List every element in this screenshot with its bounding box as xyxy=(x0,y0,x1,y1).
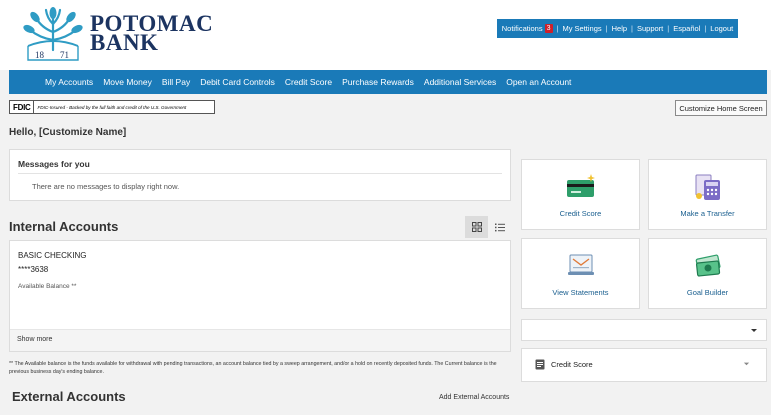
calculator-icon xyxy=(695,174,720,200)
available-balance-label: Available Balance ** xyxy=(18,283,77,290)
nav-move-money[interactable]: Move Money xyxy=(98,77,157,87)
fdic-banner: FDIC FDIC-Insured - Backed by the full f… xyxy=(9,100,215,114)
tile-icon-wrap xyxy=(649,251,766,281)
logout-link[interactable]: Logout xyxy=(706,24,737,33)
chevron-down-icon xyxy=(751,329,757,332)
make-a-transfer-tile-label: Make a Transfer xyxy=(680,209,735,218)
tile-icon-wrap xyxy=(649,172,766,202)
add-external-accounts-link[interactable]: Add External Accounts xyxy=(439,394,509,401)
espanol-link[interactable]: Español xyxy=(669,24,704,33)
document-icon xyxy=(535,359,545,370)
fdic-text: FDIC-Insured - Backed by the full faith … xyxy=(37,104,187,110)
make-a-transfer-tile[interactable]: Make a Transfer xyxy=(648,159,767,230)
messages-panel: Messages for you There are no messages t… xyxy=(9,149,511,201)
internal-accounts-title: Internal Accounts xyxy=(9,219,119,234)
help-link[interactable]: Help xyxy=(608,24,631,33)
goal-builder-tile-label: Goal Builder xyxy=(686,288,729,297)
show-more-link[interactable]: Show more xyxy=(17,336,52,343)
utility-nav: Notifications 3 | My Settings | Help | S… xyxy=(497,19,738,38)
view-statements-tile[interactable]: View Statements xyxy=(521,238,640,309)
support-link[interactable]: Support xyxy=(633,24,667,33)
year-right: 71 xyxy=(60,50,69,60)
nav-my-accounts[interactable]: My Accounts xyxy=(40,77,98,87)
goal-builder-tile[interactable]: Goal Builder xyxy=(648,238,767,309)
header: 18 71 POTOMAC BANK Notifications 3 | My … xyxy=(0,0,771,70)
money-icon xyxy=(695,254,721,277)
chevron-down-icon xyxy=(743,362,750,366)
grid-view-button[interactable] xyxy=(465,216,488,238)
notifications-count-badge: 3 xyxy=(544,24,553,33)
tile-icon-wrap xyxy=(522,251,639,281)
account-card-footer: Show more xyxy=(10,329,510,351)
view-toggle xyxy=(465,216,511,238)
account-name: BASIC CHECKING xyxy=(18,251,87,260)
statement-icon xyxy=(567,254,594,275)
nav-credit-score[interactable]: Credit Score xyxy=(280,77,337,87)
tile-icon-wrap xyxy=(522,172,639,202)
year-left: 18 xyxy=(35,50,45,60)
account-card[interactable]: BASIC CHECKING ****3638 Available Balanc… xyxy=(9,240,511,352)
tree-logo-icon: 18 71 xyxy=(23,7,83,61)
list-view-icon xyxy=(494,223,505,231)
nav-purchase-rewards[interactable]: Purchase Rewards xyxy=(337,77,419,87)
credit-card-icon xyxy=(566,174,595,197)
credit-score-widget[interactable]: Credit Score xyxy=(521,348,767,382)
fdic-logo: FDIC xyxy=(10,101,35,113)
nav-bill-pay[interactable]: Bill Pay xyxy=(157,77,195,87)
potomac-bank-logo[interactable]: 18 71 POTOMAC BANK xyxy=(22,6,213,62)
main-nav: My Accounts Move Money Bill Pay Debit Ca… xyxy=(9,70,767,94)
nav-additional-services[interactable]: Additional Services xyxy=(419,77,501,87)
divider xyxy=(18,173,502,174)
my-settings-link[interactable]: My Settings xyxy=(558,24,605,33)
grid-view-icon xyxy=(471,222,482,232)
expand-widgets-bar[interactable] xyxy=(521,319,767,341)
credit-score-tile[interactable]: Credit Score xyxy=(521,159,640,230)
external-accounts-title: External Accounts xyxy=(12,389,126,404)
view-statements-tile-label: View Statements xyxy=(552,288,609,297)
notifications-link[interactable]: Notifications 3 xyxy=(498,24,557,33)
nav-open-an-account[interactable]: Open an Account xyxy=(501,77,576,87)
credit-score-widget-label: Credit Score xyxy=(551,360,593,369)
notifications-label: Notifications xyxy=(501,24,543,33)
bank-name: POTOMAC BANK xyxy=(90,12,213,54)
account-number: ****3638 xyxy=(18,265,49,274)
nav-debit-card-controls[interactable]: Debit Card Controls xyxy=(195,77,280,87)
messages-title: Messages for you xyxy=(18,159,90,169)
balance-footnote: ** The Available balance is the funds av… xyxy=(9,361,497,375)
messages-empty-text: There are no messages to display right n… xyxy=(32,182,180,191)
greeting: Hello, [Customize Name] xyxy=(9,127,127,138)
customize-home-screen-button[interactable]: Customize Home Screen xyxy=(675,100,767,116)
list-view-button[interactable] xyxy=(488,216,511,238)
credit-score-tile-label: Credit Score xyxy=(559,209,602,218)
